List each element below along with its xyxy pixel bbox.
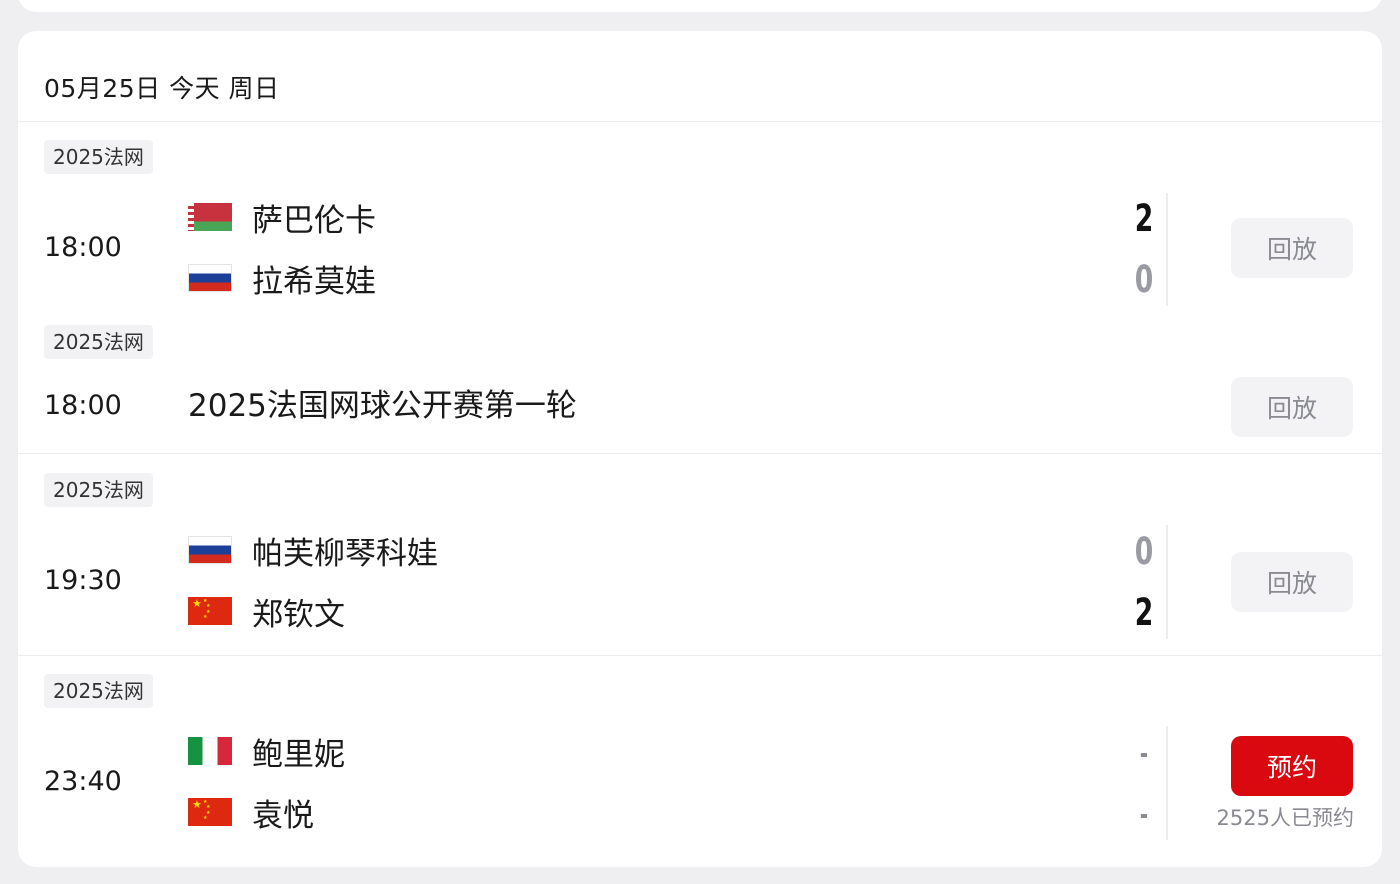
player-row: 拉希莫娃 bbox=[188, 260, 376, 300]
player-score: 2 bbox=[1134, 591, 1154, 634]
tournament-tag: 2025法网 bbox=[44, 674, 153, 708]
match-time: 23:40 bbox=[44, 766, 122, 797]
russia-flag-icon bbox=[188, 264, 232, 292]
reserve-count: 2525人已预约 bbox=[1216, 806, 1354, 830]
player-row: 鲍里妮 bbox=[188, 733, 345, 773]
reserve-button[interactable]: 预约 bbox=[1231, 736, 1353, 796]
belarus-flag-icon bbox=[188, 203, 232, 231]
player-name: 鲍里妮 bbox=[252, 736, 345, 773]
previous-card bbox=[18, 0, 1382, 12]
player-row: 萨巴伦卡 bbox=[188, 199, 376, 239]
schedule-card: 05月25日 今天 周日 2025法网 18:00 萨巴伦卡 拉希莫娃 2 0 … bbox=[18, 31, 1382, 867]
score-divider bbox=[1166, 525, 1168, 639]
tournament-tag: 2025法网 bbox=[44, 140, 153, 174]
player-row: ★ ★ ★ ★ ★ 郑钦文 bbox=[188, 593, 345, 633]
match-time: 19:30 bbox=[44, 565, 122, 596]
player-name: 拉希莫娃 bbox=[252, 263, 376, 300]
divider bbox=[18, 453, 1382, 454]
score-divider bbox=[1166, 193, 1168, 306]
score-divider bbox=[1166, 726, 1168, 840]
date-header: 05月25日 今天 周日 bbox=[44, 74, 280, 103]
russia-flag-icon bbox=[188, 536, 232, 564]
player-row: ★ ★ ★ ★ ★ 袁悦 bbox=[188, 794, 314, 834]
player-row: 帕芙柳琴科娃 bbox=[188, 532, 438, 572]
event-title: 2025法国网球公开赛第一轮 bbox=[188, 388, 577, 424]
player-name: 帕芙柳琴科娃 bbox=[252, 535, 438, 572]
china-flag-icon: ★ ★ ★ ★ ★ bbox=[188, 597, 232, 625]
match-time: 18:00 bbox=[44, 232, 122, 263]
player-score: 2 bbox=[1134, 197, 1154, 240]
player-name: 郑钦文 bbox=[252, 596, 345, 633]
china-flag-icon: ★ ★ ★ ★ ★ bbox=[188, 798, 232, 826]
match-time: 18:00 bbox=[44, 390, 122, 421]
divider bbox=[18, 121, 1382, 122]
player-name: 袁悦 bbox=[252, 797, 314, 834]
tournament-tag: 2025法网 bbox=[44, 325, 153, 359]
player-score: 0 bbox=[1134, 258, 1154, 301]
replay-button[interactable]: 回放 bbox=[1231, 377, 1353, 437]
divider bbox=[18, 655, 1382, 656]
replay-button[interactable]: 回放 bbox=[1231, 552, 1353, 612]
player-score: 0 bbox=[1134, 530, 1154, 573]
italy-flag-icon bbox=[188, 737, 232, 765]
player-name: 萨巴伦卡 bbox=[252, 202, 376, 239]
tournament-tag: 2025法网 bbox=[44, 473, 153, 507]
player-score: - bbox=[1139, 798, 1149, 831]
player-score: - bbox=[1139, 737, 1149, 770]
replay-button[interactable]: 回放 bbox=[1231, 218, 1353, 278]
